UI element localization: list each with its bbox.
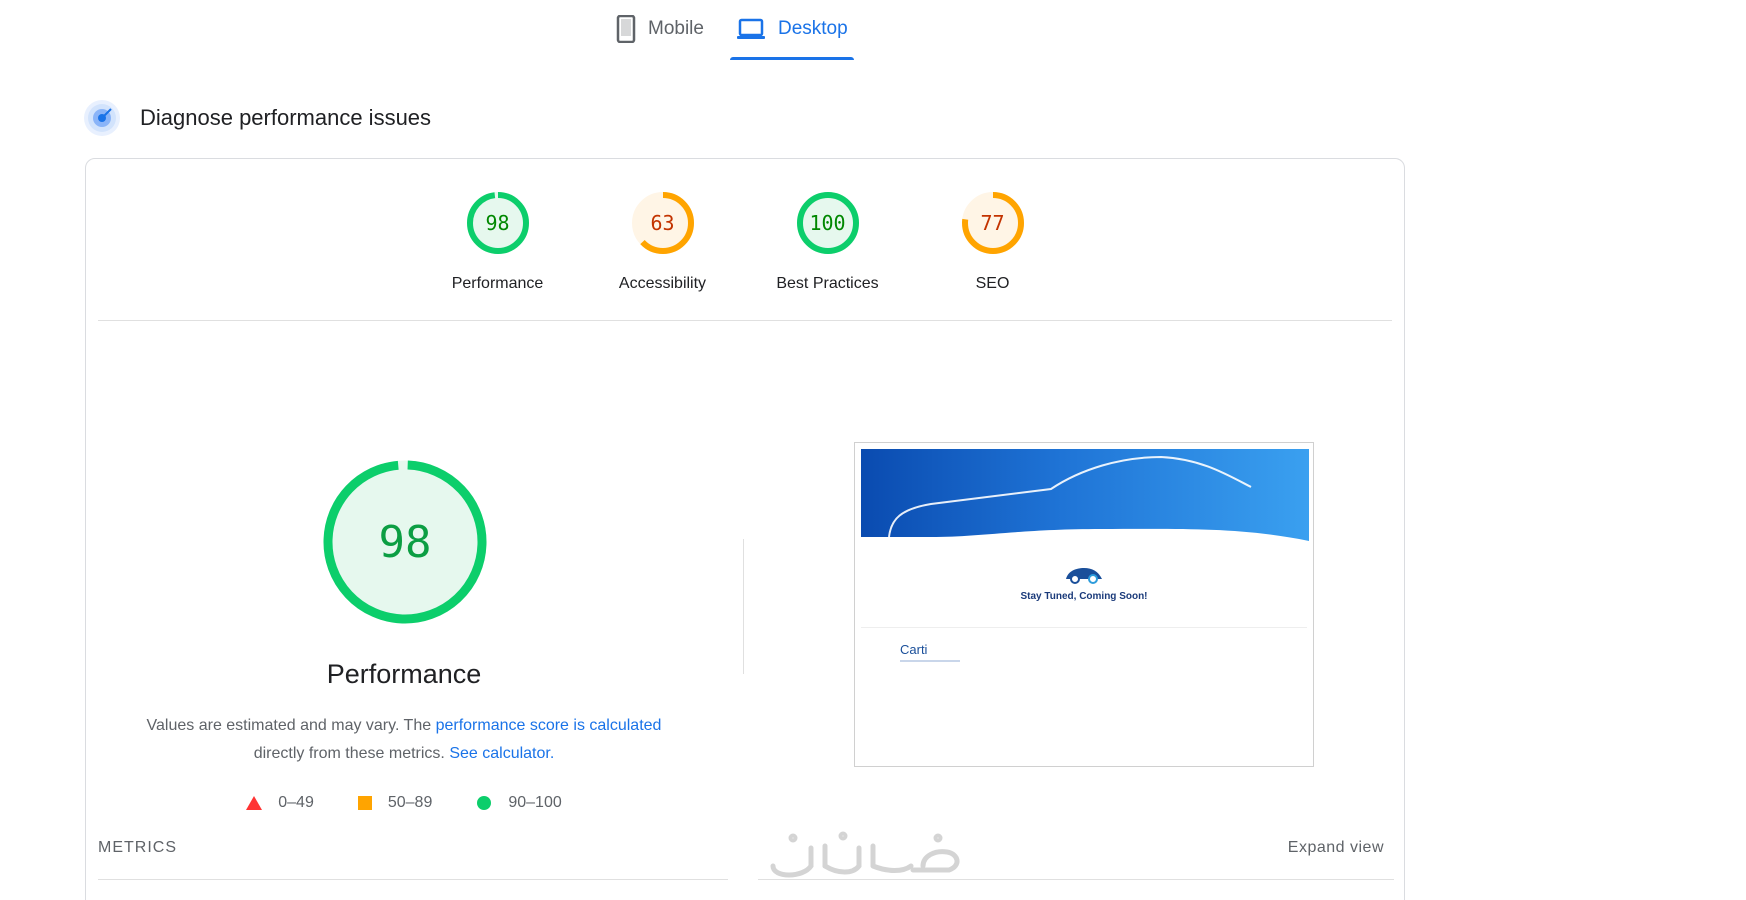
tab-desktop[interactable]: Desktop — [720, 0, 864, 60]
gauge-score: 98 — [485, 211, 510, 235]
screenshot-hero — [861, 449, 1309, 549]
performance-big-gauge: 98 — [320, 457, 490, 627]
gauge-label: Accessibility — [618, 275, 707, 292]
car-outline-image — [861, 455, 1309, 549]
gauge-label: SEO — [975, 275, 1010, 292]
device-tabs: Mobile Desktop — [600, 0, 864, 62]
legend-average: 50–89 — [357, 794, 433, 812]
metrics-heading: METRICS — [98, 839, 177, 856]
divider — [758, 879, 1394, 880]
report-card: 98 Performance 63 Accessibility 100 Best… — [85, 158, 1405, 900]
square-icon — [357, 796, 372, 810]
category-gauges: 98 Performance 63 Accessibility 100 Best… — [86, 189, 1404, 293]
performance-score: 98 — [378, 516, 432, 568]
gauge-accessibility[interactable]: 63 Accessibility — [580, 189, 745, 293]
performance-description: Values are estimated and may vary. The p… — [116, 712, 692, 768]
gauge-score: 100 — [809, 211, 846, 235]
legend-range: 50–89 — [387, 794, 433, 811]
gauge-performance[interactable]: 98 Performance — [415, 189, 580, 293]
legend-range: 0–49 — [278, 794, 314, 811]
divider — [98, 879, 728, 880]
see-calculator-link[interactable]: See calculator. — [449, 745, 554, 762]
triangle-icon — [246, 796, 263, 810]
divider — [98, 320, 1392, 321]
gauge-score: 63 — [650, 211, 675, 235]
gauge-ring: 77 — [959, 189, 1027, 257]
desc-text: Values are estimated and may vary. The — [146, 717, 436, 734]
tab-desktop-label: Desktop — [777, 18, 848, 39]
gauge-ring: 98 — [464, 189, 532, 257]
diagnose-icon — [84, 100, 120, 136]
phone-icon — [616, 15, 636, 43]
tab-mobile[interactable]: Mobile — [600, 0, 720, 58]
screenshot-subtext-line — [900, 660, 960, 662]
score-legend: 0–49 50–89 90–100 — [86, 794, 722, 812]
screenshot-brand: Carti — [900, 642, 928, 657]
gauge-label: Best Practices — [776, 275, 879, 292]
circle-icon — [476, 795, 492, 811]
vertical-divider — [743, 539, 744, 674]
legend-fail: 0–49 — [246, 794, 314, 812]
expand-view-button[interactable]: Expand view — [1288, 839, 1384, 857]
gauge-best-practices[interactable]: 100 Best Practices — [745, 189, 910, 293]
gauge-label: Performance — [451, 275, 544, 292]
gauge-ring: 100 — [794, 189, 862, 257]
screenshot-logo — [855, 565, 1313, 590]
laptop-icon — [736, 17, 766, 41]
screenshot-tagline: Stay Tuned, Coming Soon! — [1020, 591, 1148, 602]
section-title: Diagnose performance issues — [140, 105, 432, 130]
desc-text: directly from these metrics. — [253, 745, 450, 762]
score-calculated-link[interactable]: performance score is calculated — [436, 717, 662, 734]
legend-range: 90–100 — [508, 794, 562, 811]
page-screenshot[interactable]: Stay Tuned, Coming Soon! Carti — [854, 442, 1314, 767]
tab-mobile-label: Mobile — [648, 18, 704, 39]
screenshot-divider — [861, 627, 1307, 628]
legend-pass: 90–100 — [476, 794, 562, 812]
performance-title: Performance — [326, 659, 482, 689]
gauge-seo[interactable]: 77 SEO — [910, 189, 1075, 293]
section-header: Diagnose performance issues — [84, 100, 431, 136]
car-logo-icon — [1066, 568, 1102, 584]
gauge-score: 77 — [980, 211, 1005, 235]
gauge-ring: 63 — [629, 189, 697, 257]
